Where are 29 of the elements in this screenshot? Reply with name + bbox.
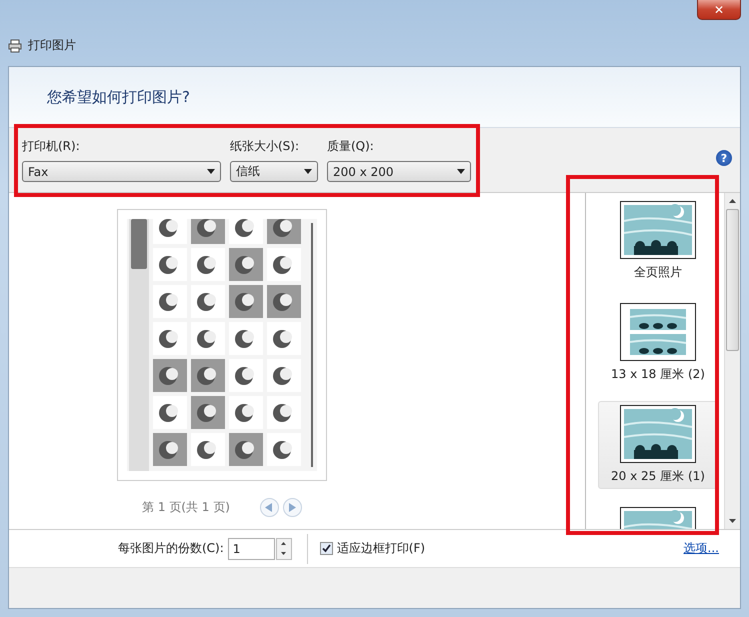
checkbox-label: 适应边框打印(F) [336,540,426,557]
options-link[interactable]: 选项... [684,540,719,557]
caret-icon [207,169,215,174]
printer-icon [8,38,22,52]
field-label: 打印机(R): [22,138,81,155]
dropdown[interactable]: 信纸 [230,161,318,182]
spin-buttons[interactable] [276,538,292,560]
window-title: 打印图片 [28,37,76,54]
close-button[interactable]: ✕ [697,0,741,20]
layout-option[interactable]: 全页照片 [598,197,718,285]
copies-field[interactable]: 1 [228,538,275,560]
field-label: 质量(Q): [327,138,375,155]
checkbox[interactable] [320,542,333,555]
help-icon[interactable]: ? [716,150,732,166]
layout-option[interactable]: 20 x 25 厘米 (1) [598,401,718,489]
layout-option[interactable]: 13 x 18 厘米 (2) [598,299,718,387]
scroll-down-icon[interactable] [729,519,736,523]
page-indicator: 第 1 页(共 1 页) [142,499,230,516]
scroll-up-icon[interactable] [729,199,736,203]
dropdown[interactable]: Fax [22,161,221,182]
dropdown[interactable]: 200 x 200 [327,161,471,182]
right-triangle-icon [288,503,296,512]
field-label: 纸张大小(S): [230,138,300,155]
copies-label: 每张图片的份数(C): [118,540,224,557]
caret-icon [457,169,465,174]
caret-icon [304,169,312,174]
dialog-heading: 您希望如何打印图片? [47,88,190,106]
left-triangle-icon [265,503,274,512]
scrollbar[interactable] [724,193,740,529]
